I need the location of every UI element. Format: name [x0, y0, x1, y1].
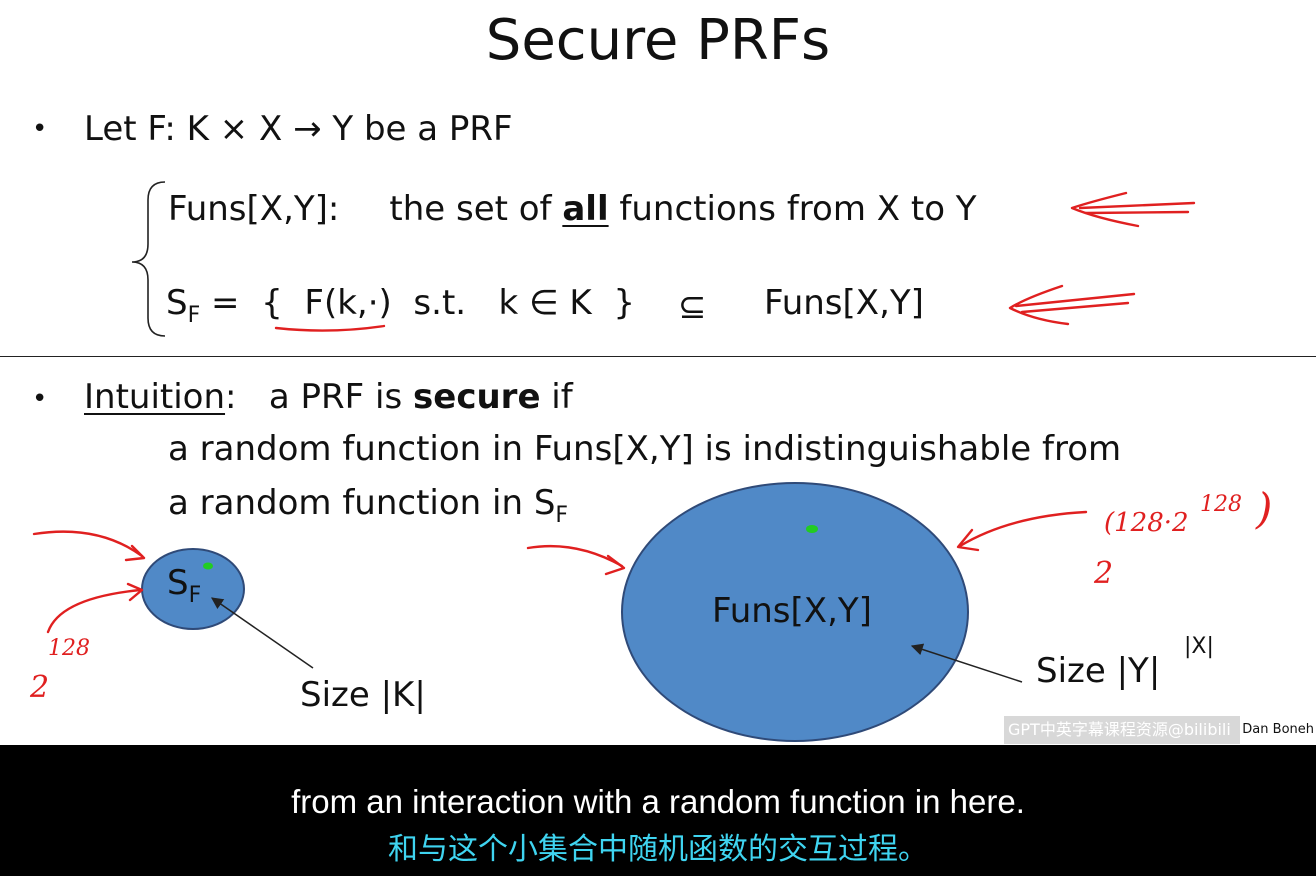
big-size-close-paren: ) — [1256, 484, 1273, 533]
arrow-into-big-set-2 — [958, 510, 1088, 548]
big-size-exponent-exponent: 128 — [1200, 492, 1242, 517]
subtitle-english: from an interaction with a random functi… — [291, 783, 1025, 820]
watermark-text: GPT中英字幕课程资源@bilibili — [1008, 720, 1231, 739]
big-size-base: 2 — [1094, 556, 1114, 591]
author-credit: Dan Boneh — [1240, 716, 1316, 744]
watermark: GPT中英字幕课程资源@bilibili Dan Boneh — [1004, 716, 1316, 744]
fk-underline — [274, 324, 386, 332]
arrow-into-small-set — [32, 530, 144, 558]
handwriting-annotations — [32, 191, 1196, 634]
small-size-exponent: 128 — [48, 636, 90, 661]
subtitle-chinese: 和与这个小集合中随机函数的交互过程。 — [388, 832, 928, 867]
slide: Secure PRFs • Let F: K × X → Y be a PRF … — [0, 0, 1316, 745]
arrow-into-small-set-2 — [46, 588, 142, 634]
arrow-to-sf-line — [1008, 284, 1136, 326]
arrow-to-funs-line — [1070, 191, 1196, 228]
small-size-base: 2 — [30, 670, 50, 705]
big-size-exponent: (128·2 — [1104, 508, 1189, 538]
selected-function-dots — [203, 525, 818, 570]
